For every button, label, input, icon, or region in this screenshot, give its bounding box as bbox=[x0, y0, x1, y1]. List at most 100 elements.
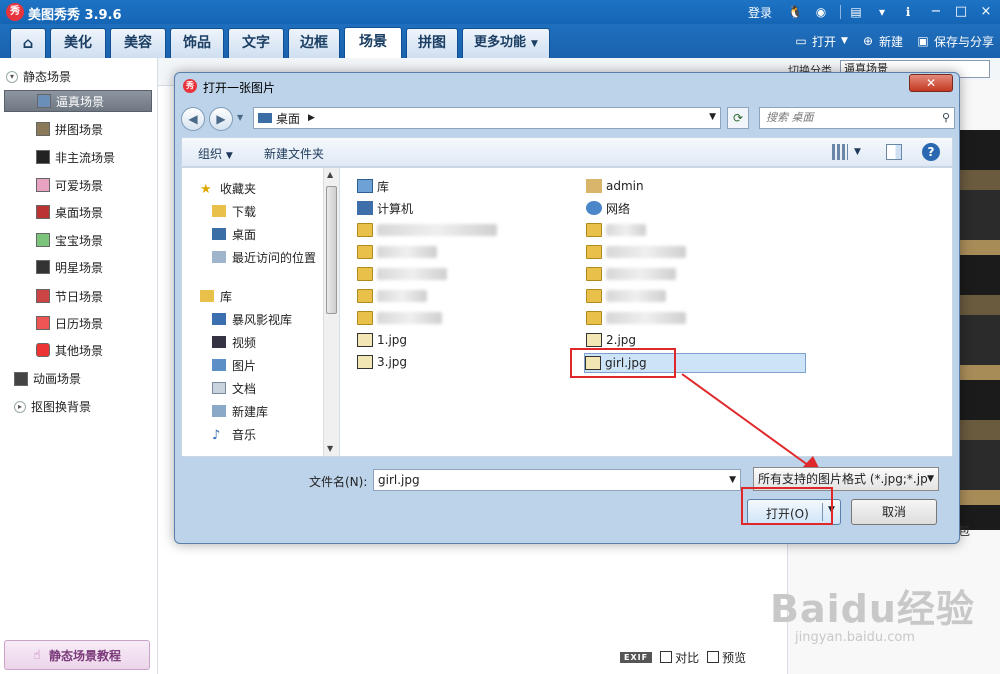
view-options-icon[interactable] bbox=[832, 144, 848, 160]
search-input[interactable]: 搜索 桌面 ⚲ bbox=[759, 107, 955, 129]
open-menu-button[interactable]: ▭ 打开 ▼ bbox=[793, 33, 848, 50]
new-folder-button[interactable]: 新建文件夹 bbox=[264, 145, 324, 162]
tab-beautify[interactable]: 美化 bbox=[50, 28, 106, 58]
info-icon[interactable]: ℹ bbox=[899, 4, 917, 20]
nav-storm-video-library[interactable]: 暴风影视库 bbox=[212, 309, 292, 329]
tab-collage[interactable]: 拼图 bbox=[406, 28, 458, 58]
folder-icon: ▭ bbox=[795, 34, 807, 48]
nav-libraries[interactable]: 库 bbox=[200, 286, 232, 306]
file-item-blurred[interactable] bbox=[586, 286, 736, 306]
close-button[interactable]: × bbox=[975, 3, 997, 21]
tab-text[interactable]: 文字 bbox=[228, 28, 284, 58]
cancel-button[interactable]: 取消 bbox=[851, 499, 937, 525]
skin-icon[interactable]: ▾ bbox=[873, 4, 891, 20]
preview-button[interactable]: 预览 bbox=[707, 649, 746, 666]
file-item-blurred[interactable] bbox=[357, 286, 507, 306]
sidebar-item-alternative[interactable]: 非主流场景 bbox=[36, 146, 152, 168]
matting-group[interactable]: ▸ 抠图换背景 bbox=[14, 398, 91, 415]
file-item-network[interactable]: 网络 bbox=[586, 198, 630, 218]
file-item-blurred[interactable] bbox=[586, 220, 736, 240]
file-item-2jpg[interactable]: 2.jpg bbox=[586, 330, 636, 350]
file-item-admin[interactable]: admin bbox=[586, 176, 644, 196]
tab-scene[interactable]: 场景 bbox=[344, 27, 402, 58]
feedback-icon[interactable]: ▤ bbox=[847, 4, 865, 20]
nav-recent-places[interactable]: 最近访问的位置 bbox=[212, 247, 316, 267]
file-item-blurred[interactable] bbox=[357, 308, 507, 328]
sidebar-item-desktop[interactable]: 桌面场景 bbox=[36, 201, 152, 223]
address-dropdown-icon[interactable]: ▼ bbox=[709, 112, 716, 122]
address-path[interactable]: 桌面 bbox=[276, 110, 300, 127]
material-thumbnails[interactable] bbox=[960, 130, 1000, 530]
forward-button[interactable]: ▶ bbox=[209, 107, 233, 131]
static-scene-group[interactable]: ▾ 静态场景 bbox=[6, 68, 71, 85]
static-scene-tutorial-button[interactable]: ☝ 静态场景教程 bbox=[4, 640, 150, 670]
home-tab[interactable]: ⌂ bbox=[10, 28, 46, 58]
animated-scene-group[interactable]: 动画场景 bbox=[14, 370, 81, 387]
sidebar-item-collage[interactable]: 拼图场景 bbox=[36, 118, 152, 140]
sidebar-item-holiday[interactable]: 节日场景 bbox=[36, 285, 152, 307]
weibo-icon[interactable]: ◉ bbox=[812, 4, 830, 20]
file-item-library[interactable]: 库 bbox=[357, 176, 389, 196]
recent-locations-icon[interactable]: ▼ bbox=[237, 113, 243, 122]
sidebar-item-cute[interactable]: 可爱场景 bbox=[36, 174, 152, 196]
nav-favorites[interactable]: ★ 收藏夹 bbox=[200, 178, 256, 198]
file-item-blurred[interactable] bbox=[586, 264, 736, 284]
jpg-file-icon bbox=[357, 333, 373, 347]
chevron-right-icon[interactable]: ▶ bbox=[308, 113, 315, 123]
chevron-down-icon: ▼ bbox=[531, 39, 538, 49]
sidebar-item-calendar[interactable]: 日历场景 bbox=[36, 312, 152, 334]
file-item-1jpg[interactable]: 1.jpg bbox=[357, 330, 407, 350]
save-share-button[interactable]: ▣ 保存与分享 bbox=[915, 33, 994, 50]
qq-icon[interactable]: 🐧 bbox=[786, 4, 804, 20]
nav-downloads[interactable]: 下载 bbox=[212, 201, 256, 221]
folder-icon bbox=[586, 223, 602, 237]
search-icon[interactable]: ⚲ bbox=[942, 108, 950, 128]
minimize-button[interactable]: − bbox=[925, 3, 947, 21]
jpg-file-icon bbox=[586, 333, 602, 347]
maximize-button[interactable]: □ bbox=[950, 3, 972, 21]
view-dropdown-icon[interactable]: ▼ bbox=[854, 147, 861, 157]
dialog-close-button[interactable]: ✕ bbox=[909, 74, 953, 92]
login-link[interactable]: 登录 bbox=[748, 4, 772, 21]
scroll-up-icon[interactable]: ▲ bbox=[327, 170, 333, 179]
exif-badge[interactable]: EXIF bbox=[620, 651, 653, 663]
tab-decorations[interactable]: 饰品 bbox=[170, 28, 224, 58]
file-item-3jpg[interactable]: 3.jpg bbox=[357, 352, 407, 372]
filename-input[interactable]: girl.jpg ▼ bbox=[373, 469, 741, 491]
nav-documents[interactable]: 文档 bbox=[212, 378, 256, 398]
compare-button[interactable]: 对比 bbox=[660, 649, 699, 666]
nav-scrollbar[interactable]: ▲ ▼ bbox=[323, 168, 339, 456]
nav-desktop[interactable]: 桌面 bbox=[212, 224, 256, 244]
sidebar-item-celebrity[interactable]: 明星场景 bbox=[36, 256, 152, 278]
nav-videos[interactable]: 视频 bbox=[212, 332, 256, 352]
new-library-icon bbox=[212, 405, 226, 417]
sidebar-item-baby[interactable]: 宝宝场景 bbox=[36, 229, 152, 251]
file-item-blurred[interactable] bbox=[586, 308, 736, 328]
sidebar-item-other[interactable]: 其他场景 bbox=[36, 339, 152, 361]
organize-button[interactable]: 组织 ▼ bbox=[198, 145, 233, 162]
file-item-blurred[interactable] bbox=[357, 264, 507, 284]
refresh-button[interactable]: ⟳ bbox=[727, 107, 749, 129]
scrollbar-thumb[interactable] bbox=[326, 186, 337, 314]
nav-pictures[interactable]: 图片 bbox=[212, 355, 256, 375]
file-item-computer[interactable]: 计算机 bbox=[357, 198, 413, 218]
scroll-down-icon[interactable]: ▼ bbox=[327, 444, 333, 453]
back-button[interactable]: ◀ bbox=[181, 107, 205, 131]
file-item-blurred[interactable] bbox=[357, 220, 507, 240]
search-placeholder: 搜索 桌面 bbox=[766, 111, 814, 124]
chevron-down-icon[interactable]: ▼ bbox=[927, 468, 934, 490]
nav-music[interactable]: ♪ 音乐 bbox=[212, 424, 256, 444]
new-button[interactable]: ⊕ 新建 bbox=[860, 33, 903, 50]
realistic-scene-icon bbox=[37, 94, 51, 108]
address-bar[interactable]: 桌面 ▶ ▼ bbox=[253, 107, 721, 129]
preview-pane-icon[interactable] bbox=[886, 144, 902, 160]
help-icon[interactable]: ? bbox=[922, 143, 940, 161]
sidebar-item-realistic[interactable]: 逼真场景 bbox=[4, 90, 152, 112]
file-item-blurred[interactable] bbox=[586, 242, 736, 262]
chevron-down-icon[interactable]: ▼ bbox=[729, 470, 736, 490]
nav-new-library[interactable]: 新建库 bbox=[212, 401, 268, 421]
tab-more-features[interactable]: 更多功能 ▼ bbox=[462, 28, 550, 58]
file-item-blurred[interactable] bbox=[357, 242, 507, 262]
tab-frame[interactable]: 边框 bbox=[288, 28, 340, 58]
tab-makeup[interactable]: 美容 bbox=[110, 28, 166, 58]
